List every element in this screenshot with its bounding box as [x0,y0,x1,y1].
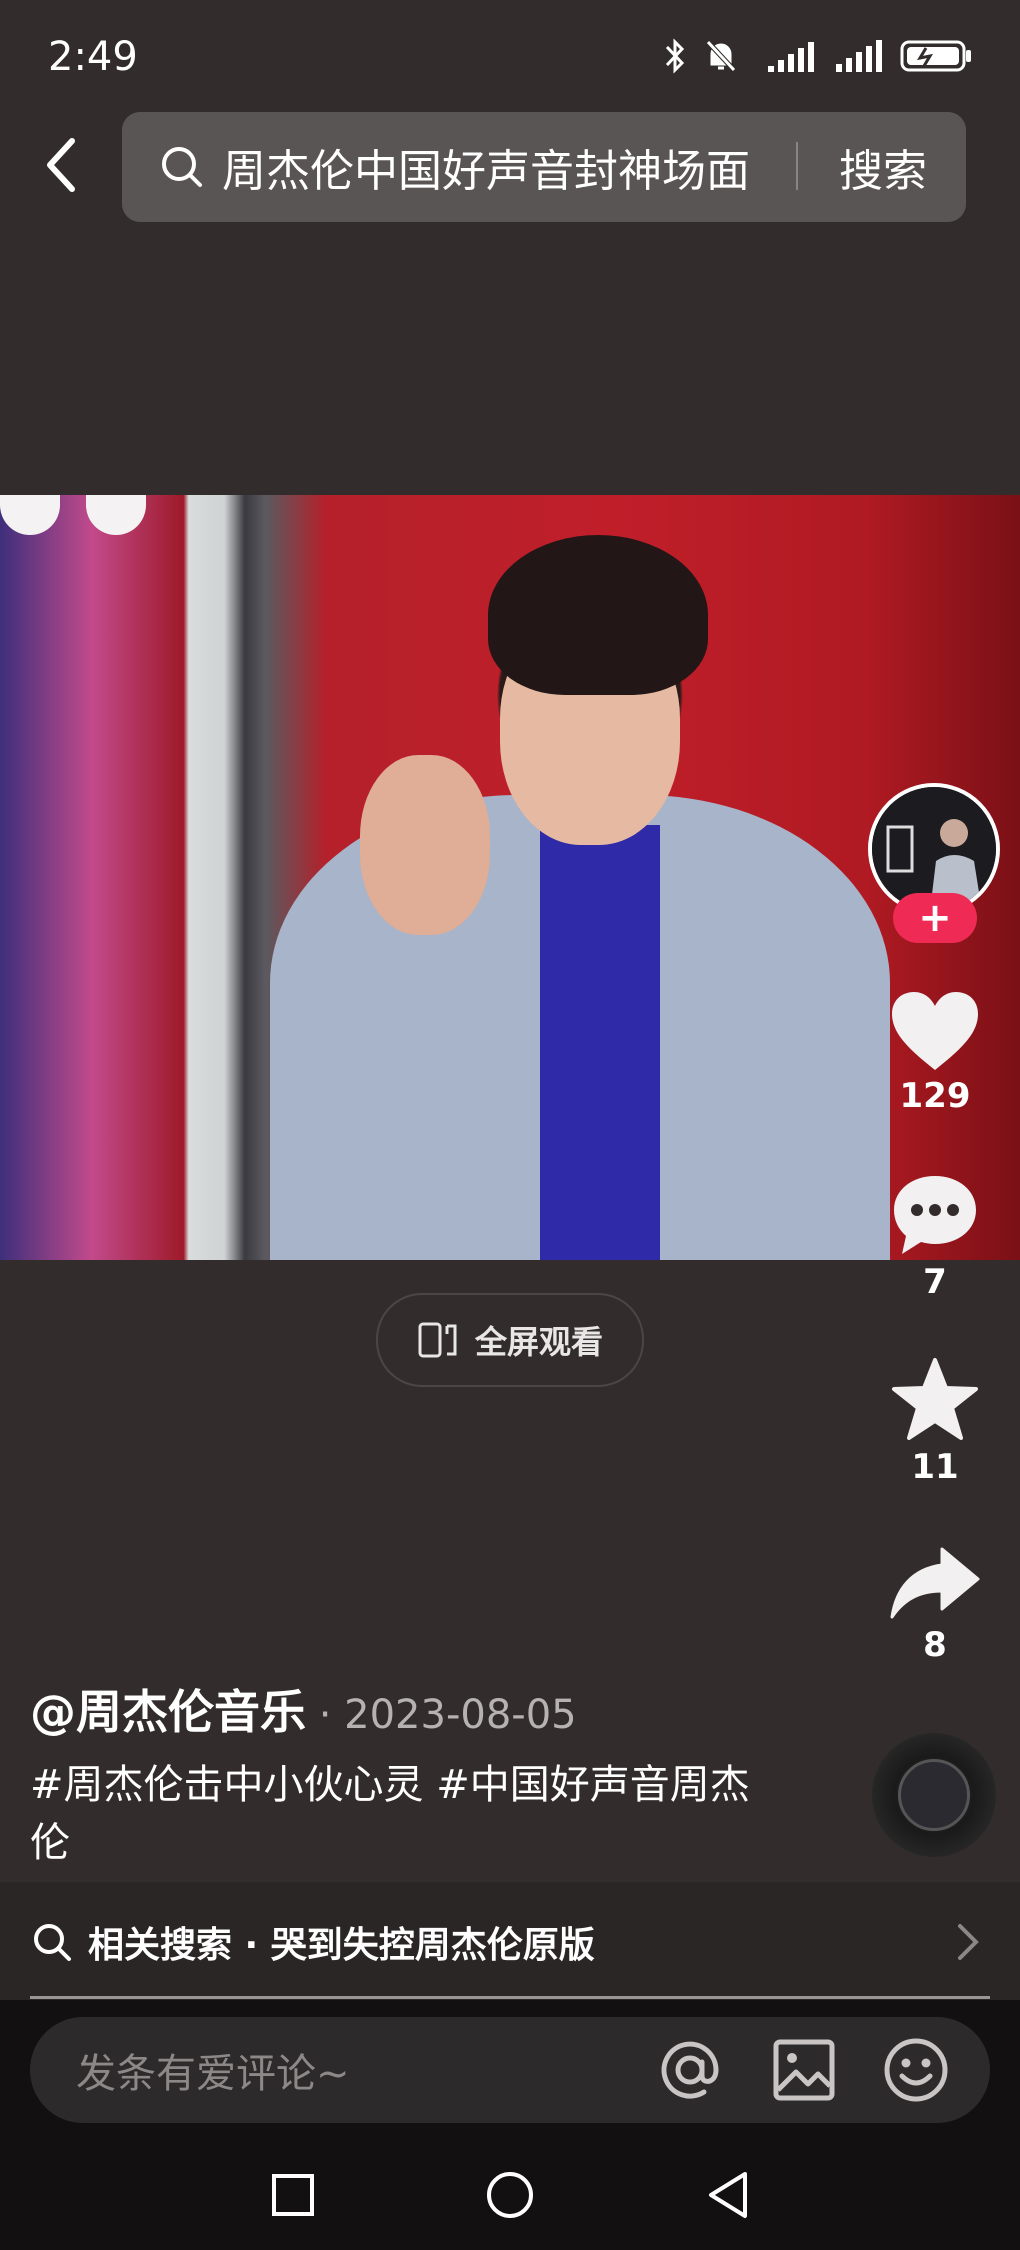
video-figure-shirt [540,825,660,1260]
follow-button[interactable]: + [893,893,977,943]
comment-count: 7 [923,1262,947,1302]
fullscreen-button[interactable]: 全屏观看 [376,1293,644,1387]
favorite-action[interactable]: 11 [880,1357,990,1487]
image-icon[interactable] [770,2036,838,2104]
related-search-separator: · [232,1925,271,1966]
status-icons [664,38,972,74]
post-meta: @周杰伦音乐 · 2023-08-05 [30,1676,577,1742]
related-search-query: 哭到失控周杰伦原版 [270,1925,595,1966]
back-nav-button[interactable] [692,2160,762,2230]
emoji-icon[interactable] [882,2036,950,2104]
related-search-label: 相关搜索 [88,1925,233,1966]
star-icon [892,1358,978,1440]
heart-icon [892,992,978,1070]
search-divider [796,142,798,190]
battery-icon [900,40,971,72]
meta-separator: · [306,1692,345,1738]
circle-icon [487,2172,533,2218]
search-button[interactable]: 搜索 [800,112,966,222]
share-arrow-icon [890,1547,980,1619]
back-button[interactable] [30,130,90,200]
chevron-right-icon [958,1924,979,1960]
comment-bubble-icon [894,1176,976,1254]
comment-placeholder: 发条有爱评论~ [76,2051,350,2097]
stage-lights [0,495,150,535]
search-box[interactable]: 周杰伦中国好声音封神场面 搜索 [122,112,966,222]
author-name[interactable]: @周杰伦音乐 [30,1685,306,1739]
post-date: 2023-08-05 [344,1692,577,1738]
search-icon [34,1924,71,1961]
recent-apps-button[interactable] [258,2160,328,2230]
bluetooth-icon [665,38,685,74]
post-caption[interactable]: #周杰伦击中小伙心灵 #中国好声音周杰伦 [30,1756,750,1872]
signal-1-icon [768,42,814,72]
status-time: 2:49 [48,34,138,80]
related-divider [30,1996,990,1999]
related-search-row[interactable]: 相关搜索 · 哭到失控周杰伦原版 [0,1882,1020,2002]
mute-bell-icon [706,40,736,72]
comment-action[interactable]: 7 [880,1172,990,1302]
video-figure-hand [360,755,490,935]
like-count: 129 [899,1076,971,1116]
mention-icon[interactable] [656,2036,724,2104]
home-button[interactable] [475,2160,545,2230]
like-action[interactable]: 129 [880,990,990,1116]
video-player[interactable] [0,495,1020,1260]
comment-input[interactable]: 发条有爱评论~ [30,2017,990,2123]
triangle-back-icon [709,2172,747,2218]
music-disc-cover [898,1759,970,1831]
fullscreen-label: 全屏观看 [474,1323,603,1361]
signal-2-icon [836,40,882,72]
favorite-count: 11 [911,1447,959,1487]
share-count: 8 [923,1625,947,1665]
search-icon [162,147,202,187]
share-action[interactable]: 8 [880,1545,990,1665]
chevron-left-icon [47,138,75,192]
rotate-screen-icon [418,1322,457,1358]
square-icon [272,2174,314,2216]
search-input[interactable]: 周杰伦中国好声音封神场面 [222,135,750,199]
music-disc[interactable] [872,1733,996,1857]
video-figure-hair [488,535,708,695]
